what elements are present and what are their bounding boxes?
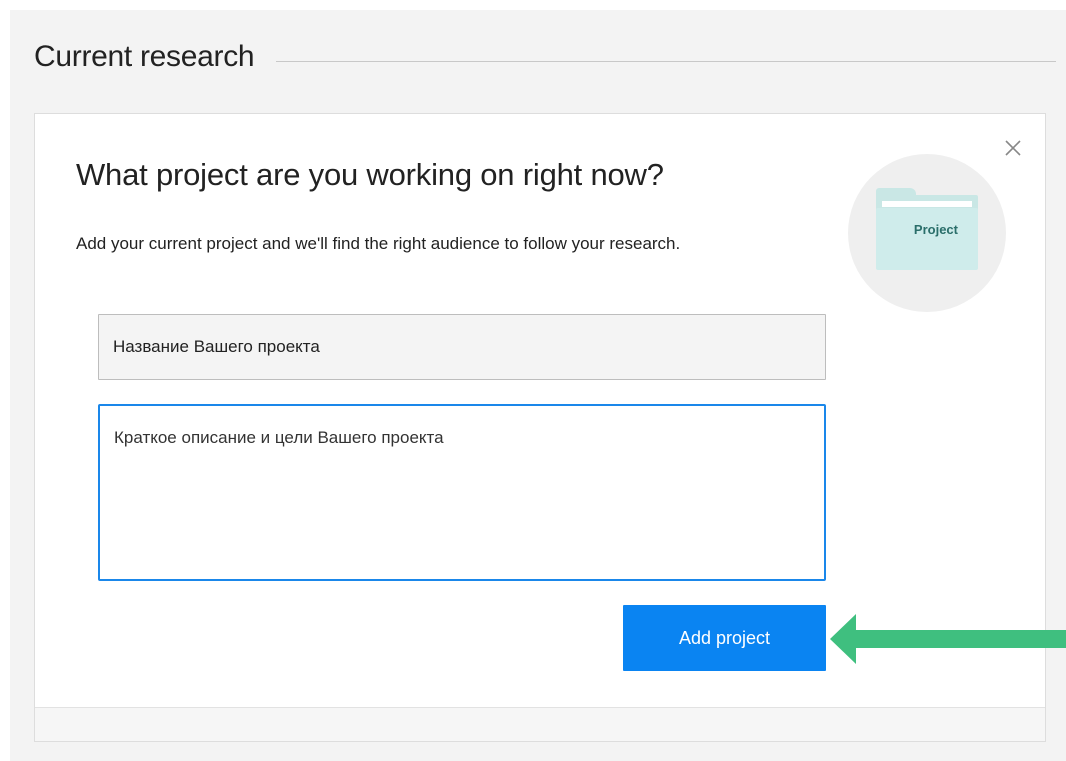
- arrow-left-icon: [828, 612, 1066, 666]
- section-header: Current research: [34, 32, 1056, 82]
- section-divider: [276, 60, 1056, 62]
- close-button[interactable]: [1001, 136, 1025, 160]
- folder-label: Project: [913, 222, 958, 237]
- card-footer: [35, 707, 1045, 741]
- folder-icon: Project: [876, 188, 978, 270]
- card-description: Add your current project and we'll find …: [76, 234, 681, 253]
- section-title: Current research: [34, 40, 255, 73]
- add-project-button[interactable]: Add project: [623, 605, 826, 671]
- project-description-textarea[interactable]: Краткое описание и цели Вашего проекта: [98, 404, 826, 581]
- project-illustration: Project: [848, 154, 1006, 312]
- card-heading: What project are you working on right no…: [76, 157, 664, 192]
- project-title-input[interactable]: [98, 314, 826, 380]
- close-icon: [1005, 140, 1021, 156]
